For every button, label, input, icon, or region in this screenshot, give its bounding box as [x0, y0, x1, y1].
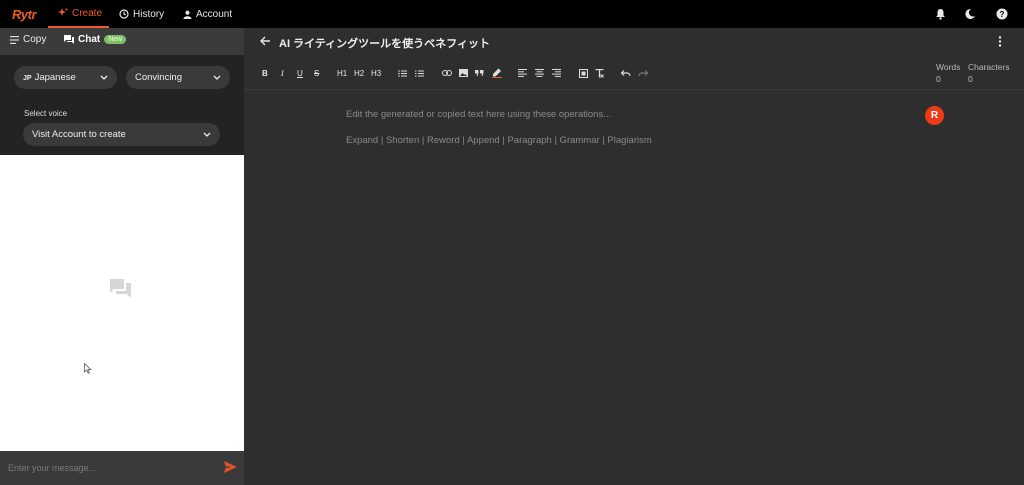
- sparkle-icon: [58, 8, 68, 16]
- voice-select[interactable]: Visit Account to create: [23, 123, 220, 146]
- tab-copy[interactable]: Copy: [10, 34, 46, 45]
- tone-select[interactable]: Convincing: [126, 66, 230, 89]
- character-counter: Characters 0: [968, 61, 1010, 85]
- chevron-down-icon: [213, 75, 221, 80]
- nav-history[interactable]: History: [119, 0, 164, 28]
- tone-value: Convincing: [135, 72, 182, 83]
- new-badge: New: [104, 35, 127, 44]
- mouse-cursor-icon: [84, 363, 92, 374]
- characters-value: 0: [968, 74, 973, 84]
- menu-icon: [10, 35, 19, 44]
- user-icon: [183, 10, 192, 19]
- undo-icon[interactable]: [621, 67, 631, 79]
- editor-operations: Expand | Shorten | Reword | Append | Par…: [346, 135, 652, 146]
- rytr-avatar[interactable]: R: [925, 106, 944, 125]
- message-input[interactable]: [8, 460, 218, 476]
- voice-label: Select voice: [24, 109, 68, 118]
- h1-button[interactable]: H1: [337, 67, 347, 79]
- editor-body[interactable]: Edit the generated or copied text here u…: [244, 90, 1024, 485]
- language-code: JP: [23, 75, 32, 82]
- tab-chat-label: Chat: [78, 34, 101, 45]
- tab-chat[interactable]: Chat New: [64, 34, 127, 45]
- chevron-down-icon: [100, 75, 108, 80]
- redo-icon[interactable]: [638, 67, 648, 79]
- nav-history-label: History: [133, 8, 165, 20]
- characters-label: Characters: [968, 62, 1010, 72]
- quote-icon[interactable]: [475, 67, 484, 79]
- clear-format-icon[interactable]: [595, 67, 604, 79]
- sidebar-tabs: Copy Chat New: [0, 28, 244, 55]
- language-value-wrap: JP Japanese: [23, 72, 76, 83]
- voice-value: Visit Account to create: [32, 129, 126, 140]
- bold-button[interactable]: B: [262, 67, 268, 79]
- chat-empty-icon: [110, 279, 131, 298]
- message-bar: [0, 451, 244, 485]
- highlight-pen-icon[interactable]: [492, 67, 502, 79]
- h3-button[interactable]: H3: [371, 67, 381, 79]
- tab-copy-label: Copy: [23, 34, 47, 45]
- sidebar: Copy Chat New JP Japanese Convincing Sele…: [0, 28, 244, 485]
- nav-account-label: Account: [196, 8, 233, 20]
- bell-icon[interactable]: [934, 8, 946, 20]
- editor-placeholder: Edit the generated or copied text here u…: [346, 109, 612, 120]
- word-counter: Words 0: [936, 61, 960, 85]
- editor-header: AI ライティングツールを使うベネフィット: [244, 28, 1024, 56]
- help-icon[interactable]: ?: [996, 8, 1008, 20]
- document-title[interactable]: AI ライティングツールを使うベネフィット: [279, 35, 490, 51]
- words-label: Words: [936, 62, 961, 72]
- nav-create[interactable]: Create: [48, 0, 109, 28]
- words-value: 0: [936, 74, 941, 84]
- language-select[interactable]: JP Japanese: [14, 66, 117, 89]
- chat-icon: [64, 35, 74, 44]
- align-left-icon[interactable]: [518, 67, 527, 79]
- back-arrow-icon[interactable]: [260, 36, 271, 46]
- svg-text:?: ?: [1000, 10, 1005, 19]
- nav-create-label: Create: [72, 7, 103, 19]
- moon-icon[interactable]: [964, 8, 976, 20]
- more-vertical-icon[interactable]: [998, 36, 1002, 47]
- language-value: Japanese: [34, 72, 76, 83]
- send-icon[interactable]: [224, 461, 237, 473]
- editor-toolbar: B I U S H1 H2 H3 Words 0 Characters 0: [244, 56, 1024, 90]
- insert-block-icon[interactable]: [579, 67, 588, 79]
- italic-button[interactable]: I: [281, 67, 284, 79]
- align-center-icon[interactable]: [535, 67, 544, 79]
- history-icon: [119, 9, 129, 19]
- image-icon[interactable]: [459, 67, 468, 79]
- top-navigation-bar: Rytr Create History Account ?: [0, 0, 1024, 28]
- underline-button[interactable]: U: [297, 67, 303, 79]
- link-icon[interactable]: [442, 67, 452, 79]
- h2-button[interactable]: H2: [354, 67, 364, 79]
- nav-account[interactable]: Account: [183, 0, 232, 28]
- bullet-list-icon[interactable]: [398, 67, 407, 79]
- logo[interactable]: Rytr: [12, 7, 37, 22]
- chat-messages-area[interactable]: [0, 155, 244, 451]
- numbered-list-icon[interactable]: [415, 67, 424, 79]
- strikethrough-button[interactable]: S: [314, 67, 319, 79]
- align-right-icon[interactable]: [552, 67, 561, 79]
- chevron-down-icon: [203, 132, 211, 137]
